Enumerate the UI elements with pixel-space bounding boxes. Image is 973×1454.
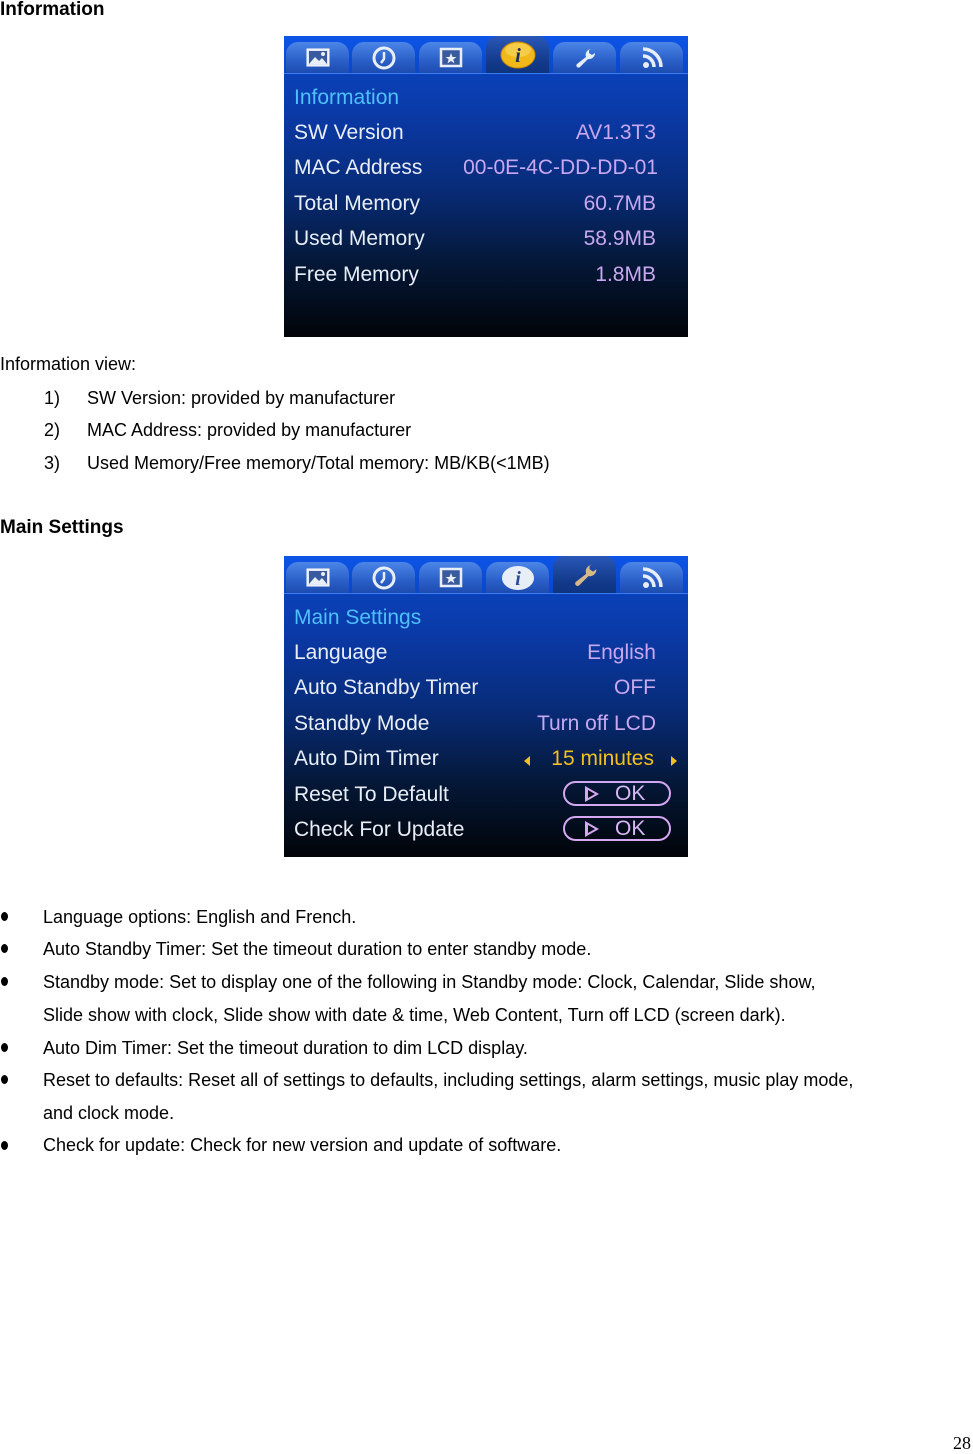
bullet-icon: [1, 1043, 8, 1052]
tab-information[interactable]: i: [486, 36, 549, 73]
row-value-mac-address: 00-0E-4C-DD-DD-01: [463, 156, 658, 179]
bullet-item-continuation: and clock mode.: [43, 1103, 175, 1123]
section-heading-main-settings: Main Settings: [0, 517, 124, 538]
star-frame-icon: [439, 567, 462, 587]
bullet-item: Standby mode: Set to display one of the …: [43, 972, 816, 992]
bullet-item: Auto Dim Timer: Set the timeout duration…: [43, 1038, 528, 1058]
reset-to-default-ok-button[interactable]: OK: [563, 781, 671, 806]
row-value-total-memory: 60.7MB: [583, 192, 656, 215]
row-label-auto-dim-timer: Auto Dim Timer: [294, 747, 439, 770]
tab-photo[interactable]: [286, 42, 349, 73]
row-value-sw-version: AV1.3T3: [575, 121, 656, 144]
tab-settings[interactable]: [553, 42, 616, 73]
wrench-icon: [574, 564, 596, 586]
screen-title: Main Settings: [294, 606, 422, 629]
row-label-sw-version: SW Version: [294, 121, 404, 144]
rss-icon: [642, 46, 663, 68]
auto-dim-timer-value[interactable]: 15 minutes: [551, 747, 654, 771]
row-label-language: Language: [294, 641, 388, 664]
tab-bar: i: [284, 36, 688, 74]
row-label-check-for-update: Check For Update: [294, 818, 465, 841]
photo-icon: [306, 48, 329, 66]
bullet-icon: [1, 1075, 8, 1084]
tab-information[interactable]: i: [486, 562, 549, 593]
row-label-used-memory: Used Memory: [294, 227, 425, 250]
tab-rss[interactable]: [620, 42, 683, 73]
tab-clock[interactable]: [352, 562, 415, 593]
star-frame-icon: [439, 47, 462, 67]
bullet-item: Language options: English and French.: [43, 907, 357, 927]
list-number: 2): [44, 420, 61, 440]
svg-text:i: i: [515, 568, 521, 590]
screen-title: Information: [294, 86, 400, 109]
information-screen: i Information SW Version AV1.3T3 MAC Add…: [284, 36, 688, 337]
bullet-icon: [1, 977, 8, 986]
clock-icon: [372, 46, 395, 69]
auto-standby-timer-value[interactable]: OFF: [614, 676, 656, 700]
bullet-item: Check for update: Check for new version …: [43, 1135, 562, 1155]
bullet-icon: [1, 1141, 8, 1150]
row-label-mac-address: MAC Address: [294, 156, 423, 179]
row-label-standby-mode: Standby Mode: [294, 712, 430, 735]
tab-slideshow[interactable]: [419, 562, 482, 593]
information-intro: Information view:: [0, 354, 137, 374]
row-value-free-memory: 1.8MB: [595, 263, 656, 286]
tab-rss[interactable]: [620, 562, 683, 593]
info-icon: i: [500, 41, 535, 68]
tab-settings[interactable]: [553, 556, 616, 593]
row-label-reset-to-default: Reset To Default: [294, 783, 449, 806]
tab-slideshow[interactable]: [419, 42, 482, 73]
check-for-update-ok-button[interactable]: OK: [563, 816, 671, 841]
list-item: SW Version: provided by manufacturer: [87, 388, 396, 408]
list-item: MAC Address: provided by manufacturer: [87, 420, 412, 440]
standby-mode-value[interactable]: Turn off LCD: [537, 712, 656, 736]
bullet-item: Reset to defaults: Reset all of settings…: [43, 1070, 854, 1090]
row-label-free-memory: Free Memory: [294, 263, 419, 286]
info-icon: i: [501, 565, 534, 590]
clock-icon: [372, 566, 395, 589]
play-icon: [585, 785, 599, 802]
bullet-item: Auto Standby Timer: Set the timeout dura…: [43, 939, 592, 959]
tab-photo[interactable]: [286, 562, 349, 593]
list-number: 3): [44, 453, 61, 473]
row-value-used-memory: 58.9MB: [583, 227, 656, 250]
page-number: 28: [953, 1433, 971, 1453]
play-icon: [585, 820, 599, 837]
rss-icon: [642, 566, 663, 588]
svg-text:i: i: [515, 45, 521, 67]
tab-bar: i: [284, 556, 688, 594]
bullet-icon: [1, 944, 8, 953]
section-heading-information: Information: [0, 0, 105, 20]
bullet-item-continuation: Slide show with clock, Slide show with d…: [43, 1005, 786, 1025]
list-item: Used Memory/Free memory/Total memory: MB…: [87, 453, 550, 473]
photo-icon: [306, 568, 329, 586]
ok-label: OK: [615, 781, 646, 805]
ok-label: OK: [615, 816, 646, 840]
list-number: 1): [44, 388, 61, 408]
row-label-auto-standby-timer: Auto Standby Timer: [294, 676, 479, 699]
row-label-total-memory: Total Memory: [294, 192, 421, 215]
chevron-left-icon[interactable]: [524, 756, 530, 766]
language-value[interactable]: English: [587, 641, 656, 665]
tab-clock[interactable]: [352, 42, 415, 73]
wrench-icon: [575, 48, 595, 68]
main-settings-screen: i Main Settings Language English Auto St…: [284, 556, 688, 857]
bullet-icon: [1, 912, 8, 921]
chevron-right-icon[interactable]: [671, 756, 677, 766]
